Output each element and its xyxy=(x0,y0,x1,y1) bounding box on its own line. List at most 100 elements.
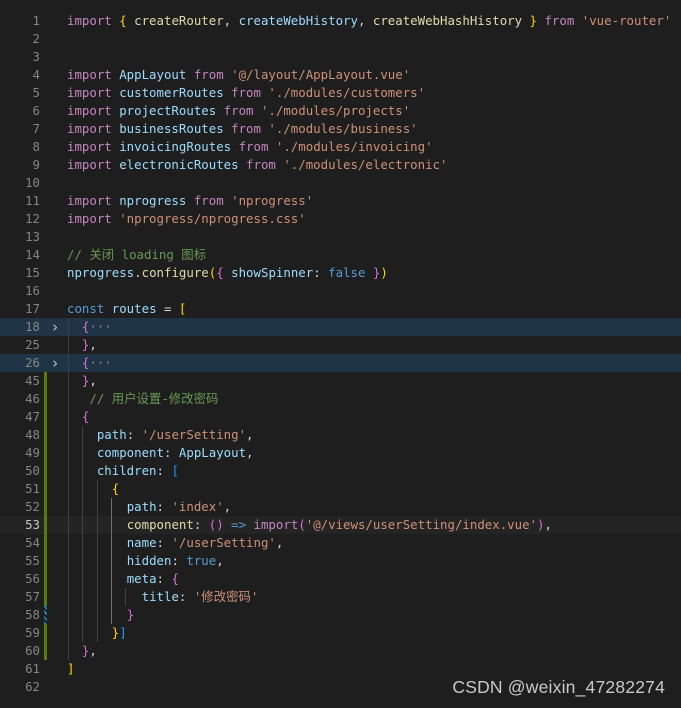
code-token: from xyxy=(238,157,284,172)
line-number: 11 xyxy=(25,193,40,208)
code-line[interactable]: 2 xyxy=(0,30,681,48)
code-line[interactable]: 7 import businessRoutes from './modules/b… xyxy=(0,120,681,138)
code-token: showSpinner xyxy=(231,265,314,280)
fold-chevron-icon[interactable]: › xyxy=(49,354,61,372)
line-number: 1 xyxy=(32,13,40,28)
code-token: : xyxy=(163,445,179,460)
line-code: component: () => import('@/views/userSet… xyxy=(67,516,552,534)
code-line[interactable]: 59 }] xyxy=(0,624,681,642)
git-change-indicator[interactable] xyxy=(44,588,47,606)
code-line[interactable]: 8 import invoicingRoutes from './modules/… xyxy=(0,138,681,156)
git-change-indicator[interactable] xyxy=(44,552,47,570)
code-token: from xyxy=(231,139,276,154)
git-change-indicator[interactable] xyxy=(44,624,47,642)
line-number: 53 xyxy=(25,517,40,532)
line-code: import invoicingRoutes from './modules/i… xyxy=(67,138,433,156)
line-number: 54 xyxy=(25,535,40,550)
code-token: : xyxy=(156,499,172,514)
code-line[interactable]: 57 title: '修改密码' xyxy=(0,588,681,606)
code-line[interactable]: 10 xyxy=(0,174,681,192)
code-token: import xyxy=(253,517,299,532)
code-line[interactable]: 4 import AppLayout from '@/layout/AppLayo… xyxy=(0,66,681,84)
git-change-indicator[interactable] xyxy=(44,498,47,516)
code-line[interactable]: 56 meta: { xyxy=(0,570,681,588)
git-change-indicator[interactable] xyxy=(44,372,47,390)
git-change-indicator[interactable] xyxy=(44,642,47,660)
git-change-indicator[interactable] xyxy=(44,606,47,624)
code-token: './modules/projects' xyxy=(260,103,411,118)
code-line[interactable]: 13 xyxy=(0,228,681,246)
code-line[interactable]: 60 }, xyxy=(0,642,681,660)
line-number: 10 xyxy=(25,175,40,190)
line-number: 60 xyxy=(25,643,40,658)
code-token: , xyxy=(275,535,284,550)
line-code: children: [ xyxy=(67,462,179,480)
line-number: 57 xyxy=(25,589,40,604)
code-line[interactable]: 54 name: '/userSetting', xyxy=(0,534,681,552)
code-line[interactable]: 55 hidden: true, xyxy=(0,552,681,570)
line-code: name: '/userSetting', xyxy=(67,534,284,552)
line-code: hidden: true, xyxy=(67,552,224,570)
code-line[interactable]: 3 xyxy=(0,48,681,66)
code-line[interactable]: 52 path: 'index', xyxy=(0,498,681,516)
code-line[interactable]: 15 nprogress.configure({ showSpinner: fal… xyxy=(0,264,681,282)
code-line[interactable]: 50 children: [ xyxy=(0,462,681,480)
code-line[interactable]: 49 component: AppLayout, xyxy=(0,444,681,462)
line-number: 45 xyxy=(25,373,40,388)
line-code: nprogress.configure({ showSpinner: false… xyxy=(67,264,388,282)
line-number: 59 xyxy=(25,625,40,640)
code-token: } xyxy=(365,265,381,280)
code-line[interactable]: 47 { xyxy=(0,408,681,426)
git-change-indicator[interactable] xyxy=(44,444,47,462)
code-line[interactable]: 17 const routes = [ xyxy=(0,300,681,318)
line-code: // 用户设置-修改密码 xyxy=(67,390,218,408)
code-line[interactable]: 12 import 'nprogress/nprogress.css' xyxy=(0,210,681,228)
git-change-indicator[interactable] xyxy=(44,390,47,408)
git-change-indicator[interactable] xyxy=(44,408,47,426)
code-line[interactable]: 18 › {··· xyxy=(0,318,681,336)
line-number: 8 xyxy=(32,139,40,154)
code-line[interactable]: 1 import { createRouter, createWebHistory… xyxy=(0,12,681,30)
code-token: : xyxy=(156,463,172,478)
code-line[interactable]: 6 import projectRoutes from './modules/pr… xyxy=(0,102,681,120)
line-number: 51 xyxy=(25,481,40,496)
code-token: AppLayout xyxy=(119,67,187,82)
code-line[interactable]: 51 { xyxy=(0,480,681,498)
code-line[interactable]: 5 import customerRoutes from './modules/c… xyxy=(0,84,681,102)
code-line[interactable]: 11 import nprogress from 'nprogress' xyxy=(0,192,681,210)
git-change-indicator[interactable] xyxy=(44,426,47,444)
fold-chevron-icon[interactable]: › xyxy=(49,318,61,336)
git-change-indicator[interactable] xyxy=(44,534,47,552)
code-line[interactable]: 9 import electronicRoutes from './modules… xyxy=(0,156,681,174)
code-token: createWebHashHistory xyxy=(372,13,523,28)
code-token: children xyxy=(96,463,157,478)
code-line[interactable]: 14 // 关闭 loading 图标 xyxy=(0,246,681,264)
code-token: , xyxy=(246,427,254,442)
git-change-indicator[interactable] xyxy=(44,480,47,498)
code-line[interactable]: 58 } xyxy=(0,606,681,624)
git-change-indicator[interactable] xyxy=(44,462,47,480)
code-line[interactable]: 25 }, xyxy=(0,336,681,354)
line-code: }, xyxy=(67,372,97,390)
git-change-indicator[interactable] xyxy=(44,516,47,534)
code-token: ( xyxy=(298,517,306,532)
line-number: 52 xyxy=(25,499,40,514)
code-editor[interactable]: 1 import { createRouter, createWebHistory… xyxy=(0,0,681,708)
code-line[interactable]: 46 // 用户设置-修改密码 xyxy=(0,390,681,408)
code-line[interactable]: 53 component: () => import('@/views/user… xyxy=(0,516,681,534)
code-line[interactable]: 48 path: '/userSetting', xyxy=(0,426,681,444)
code-line[interactable]: 26 › {··· xyxy=(0,354,681,372)
git-change-indicator[interactable] xyxy=(44,570,47,588)
code-token: { xyxy=(171,571,179,586)
code-token: { xyxy=(119,13,135,28)
code-token: 'vue-router' xyxy=(581,13,672,28)
code-line[interactable]: 45 }, xyxy=(0,372,681,390)
line-code: import nprogress from 'nprogress' xyxy=(67,192,313,210)
code-token: from xyxy=(537,13,582,28)
code-line[interactable]: 16 xyxy=(0,282,681,300)
code-line[interactable]: 61] xyxy=(0,660,681,678)
code-token: hidden xyxy=(126,553,172,568)
